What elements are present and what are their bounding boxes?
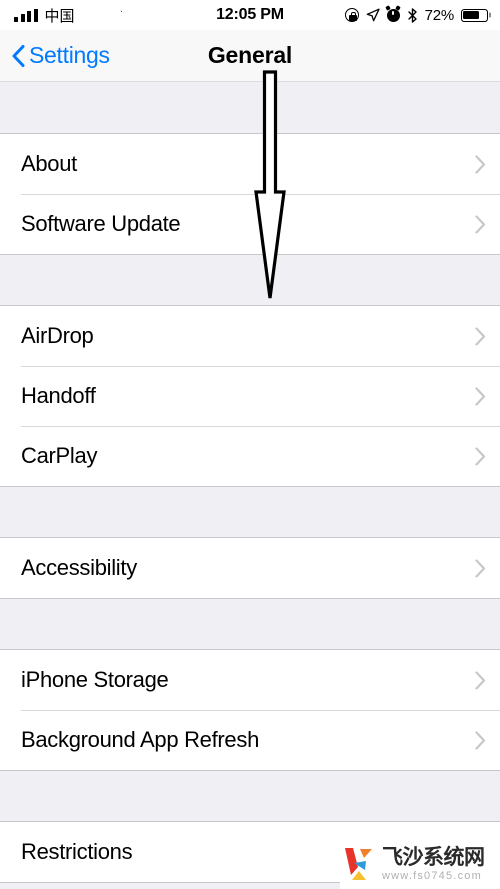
settings-group: About Software Update <box>0 133 500 255</box>
chevron-left-icon <box>12 44 25 67</box>
chevron-right-icon <box>475 842 486 862</box>
section-spacer <box>0 771 500 821</box>
settings-row-value: Off <box>432 839 461 864</box>
rotation-lock-icon <box>344 8 359 22</box>
settings-row-label: Restrictions <box>21 839 133 864</box>
settings-row-label: Background App Refresh <box>21 727 259 752</box>
battery-percent-label: 72% <box>424 6 455 24</box>
signal-bars-icon <box>14 8 38 22</box>
settings-row[interactable]: CarPlay <box>0 426 500 486</box>
settings-row-label: Software Update <box>21 211 181 236</box>
alarm-clock-icon <box>386 8 400 22</box>
chevron-right-icon <box>475 386 486 406</box>
settings-row-label: Accessibility <box>21 555 137 580</box>
chevron-right-icon <box>475 730 486 750</box>
settings-row[interactable]: AirDrop <box>0 306 500 366</box>
navigation-bar: Settings General <box>0 30 500 82</box>
settings-row[interactable]: iPhone Storage <box>0 650 500 710</box>
settings-row-label: About <box>21 151 77 176</box>
status-bar-right: 72% <box>344 6 488 24</box>
status-bar-left: 中国 <box>14 0 125 27</box>
section-spacer <box>0 599 500 649</box>
chevron-right-icon <box>475 670 486 690</box>
settings-group: AirDrop Handoff CarPlay <box>0 305 500 487</box>
settings-row-label: CarPlay <box>21 443 98 468</box>
section-spacer <box>0 255 500 305</box>
battery-fill <box>463 10 480 20</box>
status-bar: 中国 12:05 PM 72% <box>0 0 500 30</box>
settings-group: iPhone Storage Background App Refresh <box>0 649 500 771</box>
back-button[interactable]: Settings <box>0 42 110 69</box>
redaction-blob <box>80 0 122 27</box>
chevron-right-icon <box>475 558 486 578</box>
bluetooth-icon <box>407 7 418 23</box>
battery-icon <box>461 8 488 22</box>
chevron-right-icon <box>475 446 486 466</box>
settings-group: Accessibility <box>0 537 500 599</box>
section-spacer <box>0 487 500 537</box>
settings-row[interactable]: Restrictions Off <box>0 822 500 882</box>
settings-group: Restrictions Off <box>0 821 500 883</box>
location-arrow-icon <box>366 8 380 22</box>
settings-row-label: Handoff <box>21 383 96 408</box>
settings-row[interactable]: Software Update <box>0 194 500 254</box>
settings-row-label: AirDrop <box>21 323 94 348</box>
settings-row[interactable]: Handoff <box>0 366 500 426</box>
chevron-right-icon <box>475 326 486 346</box>
iphone-screen: 中国 12:05 PM 72% Settings General About S… <box>0 0 500 889</box>
section-spacer <box>0 82 500 133</box>
back-button-label: Settings <box>29 42 110 68</box>
settings-row[interactable]: Background App Refresh <box>0 710 500 770</box>
settings-row-label: iPhone Storage <box>21 667 169 692</box>
settings-row[interactable]: About <box>0 134 500 194</box>
settings-list[interactable]: About Software Update AirDrop Handoff CarPla… <box>0 82 500 889</box>
settings-row[interactable]: Accessibility <box>0 538 500 598</box>
chevron-right-icon <box>475 214 486 234</box>
carrier-label: 中国 <box>44 6 75 25</box>
chevron-right-icon <box>475 154 486 174</box>
